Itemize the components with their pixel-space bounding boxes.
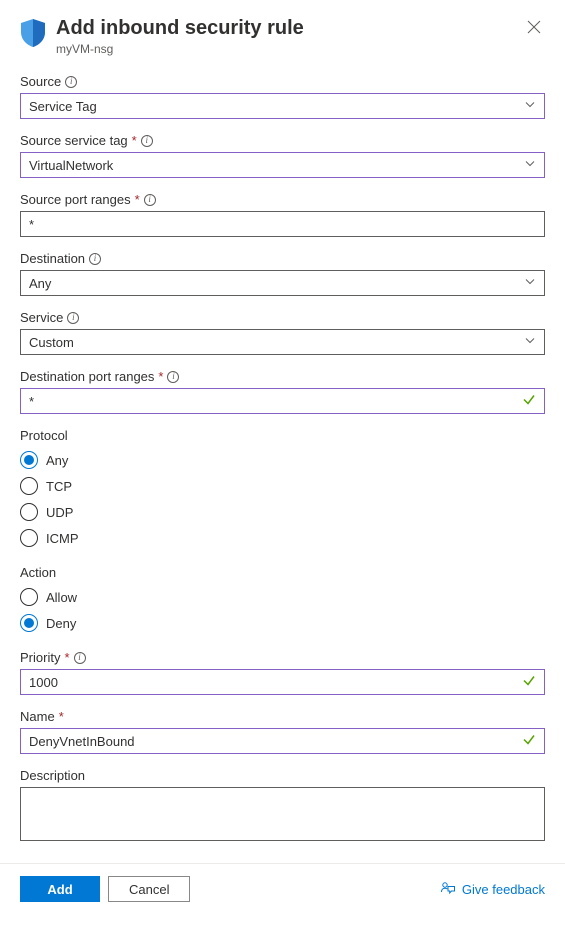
destination-label: Destination <box>20 251 85 266</box>
add-button[interactable]: Add <box>20 876 100 902</box>
action-label: Action <box>20 565 56 580</box>
priority-input[interactable] <box>29 675 514 690</box>
protocol-label: Protocol <box>20 428 68 443</box>
field-description: Description <box>20 768 545 841</box>
chevron-down-icon <box>524 335 536 350</box>
radio-icon <box>20 529 38 547</box>
field-priority: Priority * i <box>20 650 545 695</box>
field-destination-port-ranges: Destination port ranges * i <box>20 369 545 414</box>
radio-icon <box>20 451 38 469</box>
service-select[interactable]: Custom <box>20 329 545 355</box>
protocol-option-any[interactable]: Any <box>20 447 545 473</box>
radio-icon <box>20 588 38 606</box>
add-inbound-rule-panel: Add inbound security rule myVM-nsg Sourc… <box>0 0 565 841</box>
action-option-deny[interactable]: Deny <box>20 610 545 636</box>
destination-value: Any <box>29 276 51 291</box>
field-destination: Destination i Any <box>20 251 545 296</box>
chevron-down-icon <box>524 158 536 173</box>
required-indicator: * <box>64 650 69 665</box>
required-indicator: * <box>132 133 137 148</box>
source-select[interactable]: Service Tag <box>20 93 545 119</box>
radio-label: Allow <box>46 590 77 605</box>
required-indicator: * <box>59 709 64 724</box>
radio-icon <box>20 477 38 495</box>
info-icon[interactable]: i <box>65 76 77 88</box>
info-icon[interactable]: i <box>74 652 86 664</box>
check-icon <box>522 674 536 691</box>
check-icon <box>522 733 536 750</box>
shield-icon <box>20 18 46 51</box>
destination-port-ranges-input-wrapper <box>20 388 545 414</box>
close-button[interactable] <box>523 16 545 42</box>
radio-icon <box>20 614 38 632</box>
chevron-down-icon <box>524 99 536 114</box>
required-indicator: * <box>135 192 140 207</box>
panel-subtitle: myVM-nsg <box>56 42 523 56</box>
source-value: Service Tag <box>29 99 97 114</box>
source-service-tag-label: Source service tag <box>20 133 128 148</box>
radio-icon <box>20 503 38 521</box>
name-label: Name <box>20 709 55 724</box>
name-input-wrapper <box>20 728 545 754</box>
field-source-service-tag: Source service tag * i VirtualNetwork <box>20 133 545 178</box>
radio-label: ICMP <box>46 531 79 546</box>
panel-footer: Add Cancel Give feedback <box>0 863 565 918</box>
service-value: Custom <box>29 335 74 350</box>
feedback-icon <box>440 880 456 899</box>
give-feedback-link[interactable]: Give feedback <box>440 880 545 899</box>
description-textarea[interactable] <box>29 794 536 834</box>
field-service: Service i Custom <box>20 310 545 355</box>
radio-label: Deny <box>46 616 76 631</box>
source-label: Source <box>20 74 61 89</box>
panel-header: Add inbound security rule myVM-nsg <box>20 16 545 56</box>
field-source-port-ranges: Source port ranges * i <box>20 192 545 237</box>
panel-title: Add inbound security rule <box>56 16 523 40</box>
field-protocol: Protocol Any TCP UDP ICMP <box>20 428 545 551</box>
service-label: Service <box>20 310 63 325</box>
priority-label: Priority <box>20 650 60 665</box>
check-icon <box>522 393 536 410</box>
action-option-allow[interactable]: Allow <box>20 584 545 610</box>
radio-label: UDP <box>46 505 73 520</box>
action-radio-group: Allow Deny <box>20 584 545 636</box>
destination-port-ranges-label: Destination port ranges <box>20 369 154 384</box>
required-indicator: * <box>158 369 163 384</box>
info-icon[interactable]: i <box>67 312 79 324</box>
info-icon[interactable]: i <box>144 194 156 206</box>
cancel-button[interactable]: Cancel <box>108 876 190 902</box>
source-port-ranges-input-wrapper <box>20 211 545 237</box>
name-input[interactable] <box>29 734 514 749</box>
field-source: Source i Service Tag <box>20 74 545 119</box>
destination-port-ranges-input[interactable] <box>29 394 514 409</box>
source-service-tag-select[interactable]: VirtualNetwork <box>20 152 545 178</box>
feedback-label: Give feedback <box>462 882 545 897</box>
info-icon[interactable]: i <box>141 135 153 147</box>
priority-input-wrapper <box>20 669 545 695</box>
info-icon[interactable]: i <box>167 371 179 383</box>
protocol-option-tcp[interactable]: TCP <box>20 473 545 499</box>
protocol-radio-group: Any TCP UDP ICMP <box>20 447 545 551</box>
source-port-ranges-label: Source port ranges <box>20 192 131 207</box>
info-icon[interactable]: i <box>89 253 101 265</box>
field-action: Action Allow Deny <box>20 565 545 636</box>
radio-label: Any <box>46 453 68 468</box>
protocol-option-icmp[interactable]: ICMP <box>20 525 545 551</box>
source-service-tag-value: VirtualNetwork <box>29 158 113 173</box>
source-port-ranges-input[interactable] <box>29 217 514 232</box>
description-label: Description <box>20 768 85 783</box>
chevron-down-icon <box>524 276 536 291</box>
radio-label: TCP <box>46 479 72 494</box>
destination-select[interactable]: Any <box>20 270 545 296</box>
protocol-option-udp[interactable]: UDP <box>20 499 545 525</box>
description-textarea-wrapper <box>20 787 545 841</box>
field-name: Name * <box>20 709 545 754</box>
